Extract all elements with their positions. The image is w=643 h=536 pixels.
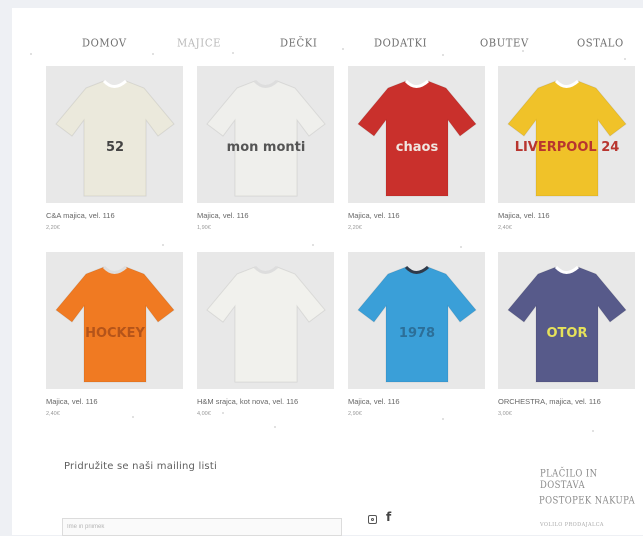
- decorative-dot: [162, 244, 164, 246]
- shirt-image: 1978: [348, 252, 485, 389]
- product-price: 2,40€: [46, 411, 60, 417]
- nav-item-ostalo[interactable]: OSTALO: [577, 37, 624, 50]
- product-image[interactable]: 52: [46, 66, 183, 203]
- product-card[interactable]: 52 C&A majica, vel. 116 2,20€: [46, 66, 183, 231]
- decorative-dot: [624, 58, 626, 60]
- product-title[interactable]: ORCHESTRA, majica, vel. 116: [498, 397, 635, 406]
- product-image[interactable]: HOCKEY: [46, 252, 183, 389]
- product-price: 2,40€: [498, 225, 512, 231]
- nav-item-majice[interactable]: MAJICE: [177, 37, 221, 50]
- decorative-dot: [442, 54, 444, 56]
- product-price: 1,90€: [197, 225, 211, 231]
- product-title[interactable]: Majica, vel. 116: [348, 397, 485, 406]
- decorative-dot: [522, 50, 524, 52]
- product-image[interactable]: mon monti: [197, 66, 334, 203]
- product-image[interactable]: chaos: [348, 66, 485, 203]
- mailing-list-title: Pridružite se naši mailing listi: [64, 461, 217, 472]
- product-price: 2,20€: [348, 225, 362, 231]
- product-price: 2,20€: [46, 225, 60, 231]
- nav-item-obutev[interactable]: OBUTEV: [480, 37, 529, 50]
- shirt-print: OTOR: [547, 326, 588, 341]
- decorative-dot: [152, 53, 154, 55]
- nav-item-decki[interactable]: DEČKI: [280, 37, 317, 50]
- product-title[interactable]: Majica, vel. 116: [46, 397, 183, 406]
- product-title[interactable]: C&A majica, vel. 116: [46, 211, 183, 220]
- page: DOMOV MAJICE DEČKI DODATKI OBUTEV OSTALO…: [12, 8, 643, 536]
- product-price: 4,00€: [197, 411, 211, 417]
- decorative-dot: [222, 412, 224, 414]
- shirt-image: [197, 252, 334, 389]
- product-card[interactable]: H&M srajca, kot nova, vel. 116 4,00€: [197, 252, 334, 417]
- facebook-icon[interactable]: f: [386, 510, 391, 524]
- shirt-print: LIVERPOOL 24: [515, 140, 620, 155]
- shirt-print: mon monti: [227, 140, 306, 155]
- shirt-image: 52: [46, 66, 183, 203]
- product-card[interactable]: LIVERPOOL 24 Majica, vel. 116 2,40€: [498, 66, 635, 231]
- shirt-image: OTOR: [498, 252, 635, 389]
- product-image[interactable]: [197, 252, 334, 389]
- product-card[interactable]: 1978 Majica, vel. 116 2,90€: [348, 252, 485, 417]
- decorative-dot: [232, 52, 234, 54]
- product-card[interactable]: HOCKEY Majica, vel. 116 2,40€: [46, 252, 183, 417]
- shirt-image: mon monti: [197, 66, 334, 203]
- shirt-print: 1978: [399, 326, 435, 341]
- decorative-dot: [312, 244, 314, 246]
- decorative-dot: [132, 416, 134, 418]
- shirt-image: HOCKEY: [46, 252, 183, 389]
- product-card[interactable]: chaos Majica, vel. 116 2,20€: [348, 66, 485, 231]
- nav-item-dodatki[interactable]: DODATKI: [374, 37, 427, 50]
- link-volilo-prodajalca[interactable]: VOLILO PRODAJALCA: [540, 522, 604, 529]
- product-title[interactable]: Majica, vel. 116: [197, 211, 334, 220]
- decorative-dot: [30, 53, 32, 55]
- decorative-dot: [274, 426, 276, 428]
- link-postopek-nakupa[interactable]: POSTOPEK NAKUPA: [539, 495, 635, 507]
- decorative-dot: [442, 418, 444, 420]
- shirt-image: LIVERPOOL 24: [498, 66, 635, 203]
- product-image[interactable]: 1978: [348, 252, 485, 389]
- nav-item-domov[interactable]: DOMOV: [82, 37, 127, 50]
- shirt-image: chaos: [348, 66, 485, 203]
- product-image[interactable]: LIVERPOOL 24: [498, 66, 635, 203]
- product-title[interactable]: Majica, vel. 116: [498, 211, 635, 220]
- link-placilo-in-dostava[interactable]: PLAČILO IN DOSTAVA: [540, 469, 643, 492]
- decorative-dot: [592, 430, 594, 432]
- product-card[interactable]: mon monti Majica, vel. 116 1,90€: [197, 66, 334, 231]
- product-price: 2,90€: [348, 411, 362, 417]
- decorative-dot: [460, 246, 462, 248]
- shirt-print: 52: [106, 140, 124, 155]
- decorative-dot: [342, 48, 344, 50]
- product-price: 3,00€: [498, 411, 512, 417]
- product-card[interactable]: OTOR ORCHESTRA, majica, vel. 116 3,00€: [498, 252, 635, 417]
- product-title[interactable]: Majica, vel. 116: [348, 211, 485, 220]
- main-nav: DOMOV MAJICE DEČKI DODATKI OBUTEV OSTALO: [12, 37, 643, 58]
- instagram-icon[interactable]: [368, 515, 377, 524]
- name-input[interactable]: [62, 518, 342, 536]
- product-title[interactable]: H&M srajca, kot nova, vel. 116: [197, 397, 334, 406]
- shirt-print: HOCKEY: [85, 326, 145, 341]
- product-image[interactable]: OTOR: [498, 252, 635, 389]
- shirt-print: chaos: [396, 140, 439, 155]
